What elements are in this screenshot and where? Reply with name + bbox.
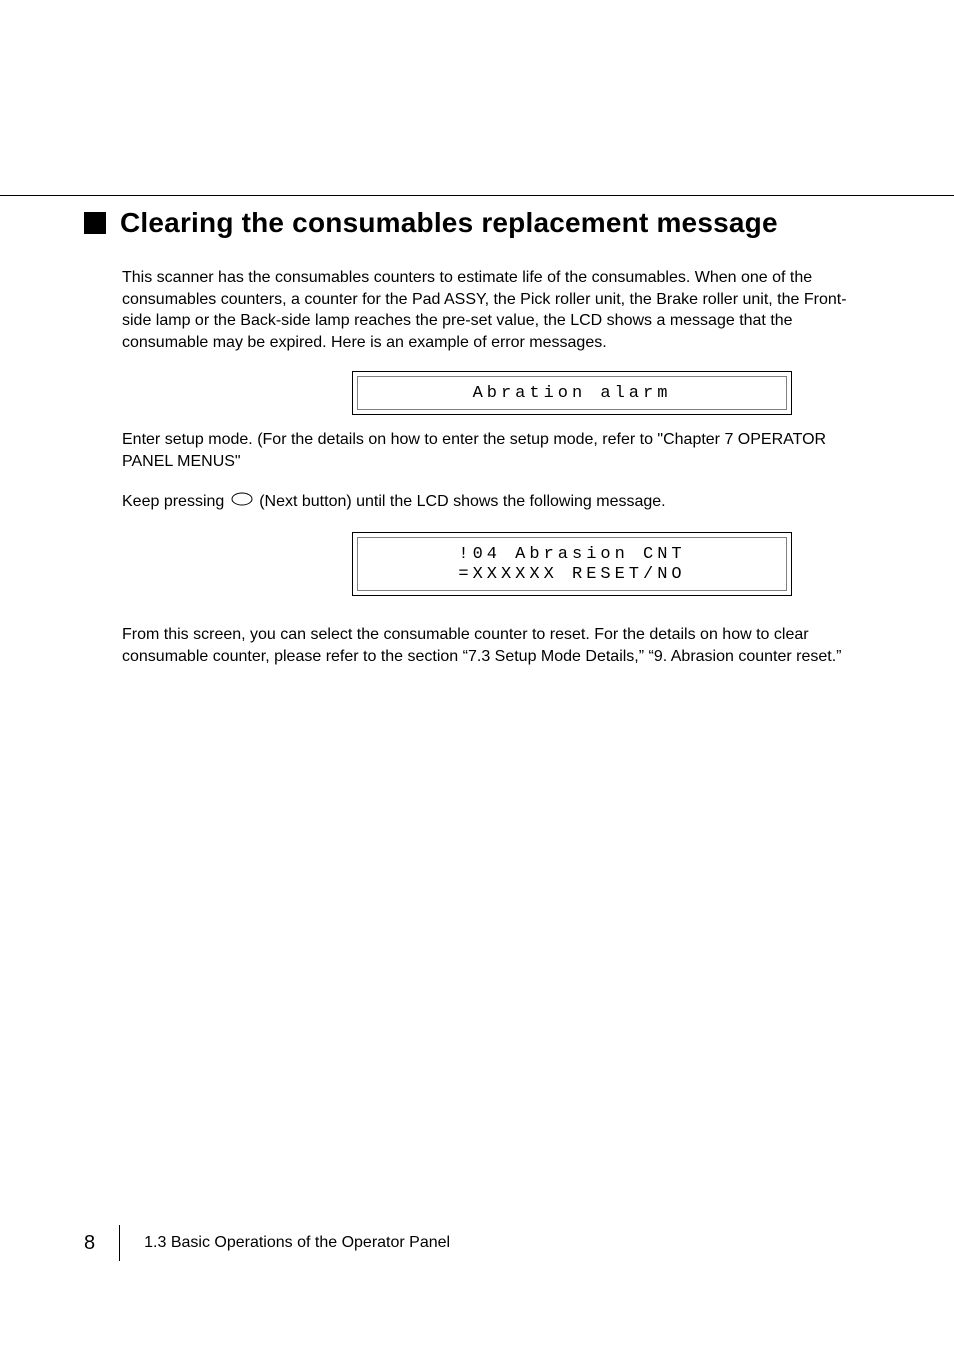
lcd1-line1: Abration alarm (368, 383, 776, 403)
horizontal-rule (0, 195, 954, 196)
page-number: 8 (84, 1232, 95, 1255)
paragraph-reset-info: From this screen, you can select the con… (122, 624, 870, 667)
page-footer: 8 1.3 Basic Operations of the Operator P… (84, 1225, 450, 1261)
heading-bullet-icon (84, 212, 106, 234)
footer-section-text: 1.3 Basic Operations of the Operator Pan… (144, 1234, 450, 1252)
lcd-display-1: Abration alarm (352, 371, 792, 415)
p3-text-b: (Next button) until the LCD shows the fo… (259, 493, 665, 510)
lcd2-line2: =XXXXXX RESET/NO (368, 564, 776, 584)
next-button-icon (231, 491, 253, 513)
lcd-display-2: !04 Abrasion CNT =XXXXXX RESET/NO (352, 532, 792, 596)
p3-text-a: Keep pressing (122, 493, 224, 510)
section-heading-row: Clearing the consumables replacement mes… (84, 207, 870, 239)
paragraph-intro: This scanner has the consumables counter… (122, 267, 870, 353)
section-heading: Clearing the consumables replacement mes… (120, 207, 778, 239)
lcd2-line1: !04 Abrasion CNT (368, 544, 776, 564)
footer-divider (119, 1225, 120, 1261)
paragraph-keep-pressing: Keep pressing (Next button) until the LC… (122, 491, 870, 513)
paragraph-setup-mode: Enter setup mode. (For the details on ho… (122, 429, 870, 472)
